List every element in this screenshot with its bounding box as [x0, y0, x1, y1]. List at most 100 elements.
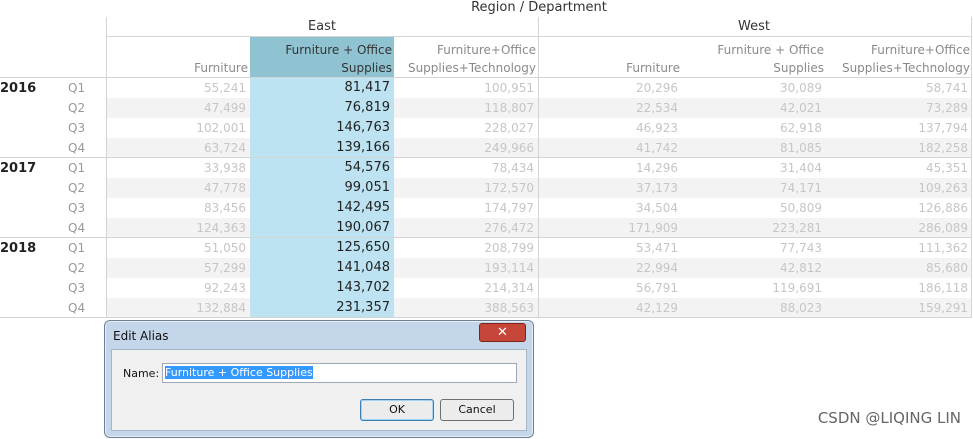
column-header[interactable]: Furniture — [109, 59, 248, 77]
quarter-label[interactable]: Q4 — [68, 141, 85, 155]
table-cell[interactable]: 42,021 — [682, 101, 822, 115]
table-cell[interactable]: 73,289 — [826, 101, 968, 115]
region-header-west[interactable]: West — [682, 19, 826, 34]
table-cell[interactable]: 63,724 — [107, 141, 246, 155]
ok-button[interactable]: OK — [360, 399, 434, 421]
table-cell[interactable]: 37,173 — [538, 181, 678, 195]
table-cell[interactable]: 42,812 — [682, 261, 822, 275]
year-label[interactable]: 2017 — [0, 161, 36, 176]
table-cell[interactable]: 81,417 — [250, 80, 391, 95]
table-cell[interactable]: 174,797 — [394, 201, 534, 215]
table-cell[interactable]: 92,243 — [107, 281, 246, 295]
quarter-label[interactable]: Q2 — [68, 101, 85, 115]
table-cell[interactable]: 31,404 — [682, 161, 822, 175]
column-header[interactable]: Supplies — [684, 59, 824, 77]
table-cell[interactable]: 22,994 — [538, 261, 678, 275]
table-cell[interactable]: 146,763 — [250, 120, 390, 135]
table-cell[interactable]: 45,351 — [826, 161, 968, 175]
table-cell[interactable]: 223,281 — [682, 221, 822, 235]
column-header[interactable]: Supplies — [252, 59, 392, 77]
table-cell[interactable]: 193,114 — [394, 261, 534, 275]
table-cell[interactable]: 85,680 — [826, 261, 968, 275]
table-cell[interactable]: 137,794 — [826, 121, 968, 135]
table-cell[interactable]: 126,886 — [826, 201, 968, 215]
table-cell[interactable]: 47,778 — [107, 181, 246, 195]
table-cell[interactable]: 118,807 — [394, 101, 534, 115]
table-cell[interactable]: 119,691 — [682, 281, 822, 295]
table-cell[interactable]: 78,434 — [394, 161, 534, 175]
table-cell[interactable]: 125,650 — [250, 240, 390, 255]
table-cell[interactable]: 30,089 — [682, 81, 822, 95]
column-header[interactable]: Furniture — [540, 59, 680, 77]
table-cell[interactable]: 139,166 — [250, 140, 390, 155]
table-cell[interactable]: 53,471 — [538, 241, 678, 255]
table-cell[interactable]: 42,129 — [538, 301, 678, 315]
quarter-label[interactable]: Q3 — [68, 201, 85, 215]
column-header[interactable]: Furniture + Office — [684, 41, 824, 59]
table-cell[interactable]: 124,363 — [107, 221, 246, 235]
table-cell[interactable]: 143,702 — [250, 280, 390, 295]
cancel-button[interactable]: Cancel — [440, 399, 514, 421]
table-cell[interactable]: 228,027 — [394, 121, 534, 135]
table-cell[interactable]: 47,499 — [107, 101, 246, 115]
table-cell[interactable]: 171,909 — [538, 221, 678, 235]
table-cell[interactable]: 286,089 — [826, 221, 968, 235]
year-label[interactable]: 2016 — [0, 81, 36, 96]
table-cell[interactable]: 81,085 — [682, 141, 822, 155]
quarter-label[interactable]: Q1 — [68, 81, 85, 95]
table-cell[interactable]: 102,001 — [107, 121, 246, 135]
table-cell[interactable]: 50,809 — [682, 201, 822, 215]
table-cell[interactable]: 46,923 — [538, 121, 678, 135]
table-cell[interactable]: 388,563 — [394, 301, 534, 315]
table-cell[interactable]: 74,171 — [682, 181, 822, 195]
table-cell[interactable]: 51,050 — [107, 241, 246, 255]
column-header[interactable]: Furniture+Office — [828, 41, 970, 59]
table-cell[interactable]: 54,576 — [250, 160, 391, 175]
column-header[interactable]: Furniture+Office — [396, 41, 536, 59]
table-cell[interactable]: 58,741 — [826, 81, 968, 95]
quarter-label[interactable]: Q2 — [68, 261, 85, 275]
column-header[interactable]: Supplies+Technology — [828, 59, 970, 77]
table-cell[interactable]: 34,504 — [538, 201, 678, 215]
region-header-east[interactable]: East — [250, 19, 394, 34]
column-header[interactable]: Furniture + Office — [252, 41, 392, 59]
year-label[interactable]: 2018 — [0, 241, 36, 256]
quarter-label[interactable]: Q1 — [68, 161, 85, 175]
table-cell[interactable]: 111,362 — [826, 241, 968, 255]
table-cell[interactable]: 142,495 — [250, 200, 390, 215]
table-cell[interactable]: 100,951 — [394, 81, 534, 95]
table-cell[interactable]: 186,118 — [826, 281, 968, 295]
table-cell[interactable]: 99,051 — [250, 180, 391, 195]
quarter-label[interactable]: Q1 — [68, 241, 85, 255]
table-cell[interactable]: 182,258 — [826, 141, 968, 155]
table-cell[interactable]: 41,742 — [538, 141, 678, 155]
table-cell[interactable]: 57,299 — [107, 261, 246, 275]
table-cell[interactable]: 159,291 — [826, 301, 968, 315]
table-cell[interactable]: 22,534 — [538, 101, 678, 115]
table-cell[interactable]: 77,743 — [682, 241, 822, 255]
quarter-label[interactable]: Q3 — [68, 121, 85, 135]
table-cell[interactable]: 276,472 — [394, 221, 534, 235]
table-cell[interactable]: 20,296 — [538, 81, 678, 95]
table-cell[interactable]: 190,067 — [250, 220, 390, 235]
table-cell[interactable]: 249,966 — [394, 141, 534, 155]
quarter-label[interactable]: Q3 — [68, 281, 85, 295]
table-cell[interactable]: 83,456 — [107, 201, 246, 215]
quarter-label[interactable]: Q4 — [68, 221, 85, 235]
table-cell[interactable]: 33,938 — [107, 161, 246, 175]
quarter-label[interactable]: Q2 — [68, 181, 85, 195]
table-cell[interactable]: 214,314 — [394, 281, 534, 295]
close-button[interactable]: ✕ — [479, 323, 526, 342]
table-cell[interactable]: 109,263 — [826, 181, 968, 195]
table-cell[interactable]: 88,023 — [682, 301, 822, 315]
table-cell[interactable]: 132,884 — [107, 301, 246, 315]
table-cell[interactable]: 208,799 — [394, 241, 534, 255]
table-cell[interactable]: 231,357 — [250, 300, 390, 315]
table-cell[interactable]: 141,048 — [250, 260, 390, 275]
table-cell[interactable]: 76,819 — [250, 100, 391, 115]
table-cell[interactable]: 172,570 — [394, 181, 534, 195]
table-cell[interactable]: 62,918 — [682, 121, 822, 135]
column-header[interactable]: Supplies+Technology — [396, 59, 536, 77]
quarter-label[interactable]: Q4 — [68, 301, 85, 315]
table-cell[interactable]: 14,296 — [538, 161, 678, 175]
